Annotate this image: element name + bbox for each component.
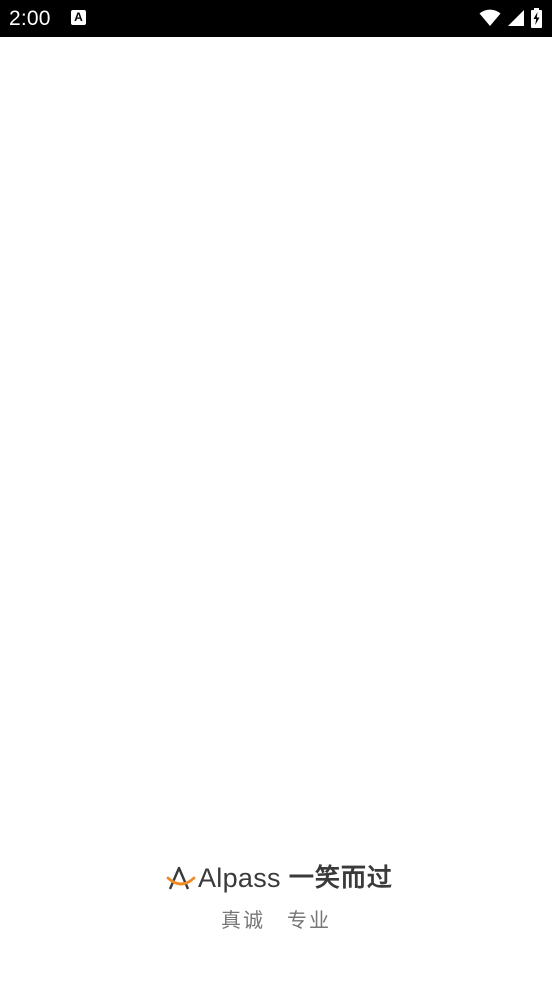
smile-logo-icon bbox=[166, 866, 196, 890]
brand-name: Alpass bbox=[198, 863, 281, 893]
brand-tagline: 一笑而过 bbox=[288, 864, 393, 892]
cellular-signal-icon bbox=[508, 10, 524, 26]
status-time: 2:00 bbox=[9, 7, 51, 30]
notification-glyph: A bbox=[74, 10, 83, 24]
wifi-icon bbox=[479, 9, 501, 26]
splash-screen: 2:00 A Alpass 一笑而过 真诚 专业 bbox=[0, 0, 552, 981]
brand-slogan: 真诚 专业 bbox=[221, 910, 331, 932]
brand-line: Alpass 一笑而过 bbox=[166, 858, 393, 898]
notification-app-icon: A bbox=[71, 10, 86, 25]
status-bar: 2:00 A bbox=[0, 0, 552, 37]
system-icons bbox=[479, 7, 542, 29]
battery-charging-icon bbox=[531, 8, 542, 28]
